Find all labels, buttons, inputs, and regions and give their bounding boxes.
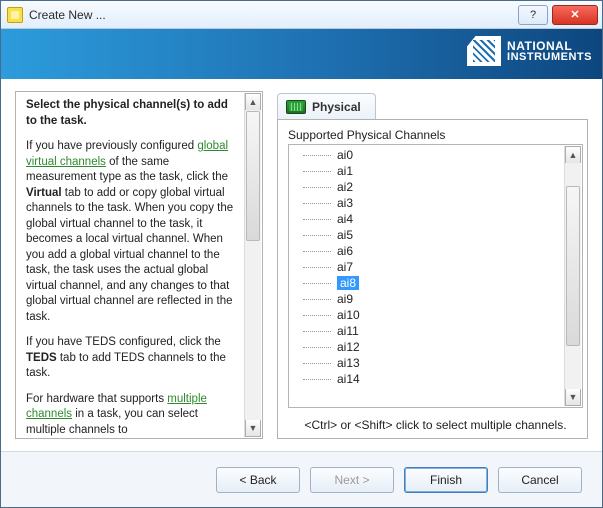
tab-physical[interactable]: Physical (277, 93, 376, 119)
scroll-thumb[interactable] (566, 186, 580, 346)
channel-listbox[interactable]: ai0 ai1 ai2 ai3 ai4 ai5 ai6 ai7 ai8 ai9 ai10 ai11 ai… (288, 144, 583, 408)
channel-row[interactable]: ai1 (291, 163, 563, 179)
virtual-bold: Virtual (26, 187, 62, 199)
list-label: Supported Physical Channels (288, 128, 583, 142)
tab-strip: Physical (277, 91, 588, 119)
help-heading: Select the physical channel(s) to add to… (26, 98, 240, 129)
channel-panel: Physical Supported Physical Channels ai0… (277, 91, 588, 439)
channel-name: ai7 (337, 260, 353, 274)
window-title: Create New ... (29, 8, 514, 22)
brand-banner: NATIONAL INSTRUMENTS (1, 29, 602, 79)
teds-bold: TEDS (26, 352, 57, 364)
channel-name: ai12 (337, 340, 360, 354)
channel-name: ai13 (337, 356, 360, 370)
tab-label: Physical (312, 100, 361, 114)
dialog-body: Select the physical channel(s) to add to… (1, 79, 602, 451)
channel-row[interactable]: ai0 (291, 147, 563, 163)
ni-logo: NATIONAL INSTRUMENTS (467, 36, 592, 66)
scroll-thumb[interactable] (246, 111, 260, 241)
channel-name: ai0 (337, 148, 353, 162)
ni-mark-icon (467, 36, 501, 66)
window-buttons: ? ✕ (514, 5, 598, 25)
scroll-down-icon[interactable]: ▼ (245, 420, 261, 437)
help-panel: Select the physical channel(s) to add to… (15, 91, 263, 439)
scroll-up-icon[interactable]: ▲ (245, 93, 261, 110)
channel-name: ai9 (337, 292, 353, 306)
channel-row[interactable]: ai8 (291, 275, 563, 291)
cancel-button[interactable]: Cancel (498, 467, 582, 493)
brand-line1: NATIONAL (507, 40, 592, 52)
channel-row[interactable]: ai9 (291, 291, 563, 307)
back-button[interactable]: < Back (216, 467, 300, 493)
dialog-window: Create New ... ? ✕ NATIONAL INSTRUMENTS … (0, 0, 603, 508)
scroll-down-icon[interactable]: ▼ (565, 389, 581, 406)
channel-row[interactable]: ai11 (291, 323, 563, 339)
channel-row[interactable]: ai4 (291, 211, 563, 227)
titlebar[interactable]: Create New ... ? ✕ (1, 1, 602, 29)
channel-name: ai10 (337, 308, 360, 322)
channel-row[interactable]: ai6 (291, 243, 563, 259)
daq-device-icon (286, 100, 306, 114)
close-button[interactable]: ✕ (552, 5, 598, 25)
channel-name: ai11 (337, 324, 359, 338)
brand-line2: INSTRUMENTS (507, 52, 592, 63)
finish-button[interactable]: Finish (404, 467, 488, 493)
channel-row[interactable]: ai10 (291, 307, 563, 323)
channel-row[interactable]: ai3 (291, 195, 563, 211)
channel-name: ai3 (337, 196, 353, 210)
channel-row[interactable]: ai13 (291, 355, 563, 371)
channel-name: ai5 (337, 228, 353, 242)
button-strip: < Back Next > Finish Cancel (1, 451, 602, 507)
channel-row[interactable]: ai7 (291, 259, 563, 275)
channel-name: ai4 (337, 212, 353, 226)
channel-row[interactable]: ai2 (291, 179, 563, 195)
list-scrollbar[interactable]: ▲ ▼ (564, 146, 581, 406)
help-button[interactable]: ? (518, 5, 548, 25)
next-button: Next > (310, 467, 394, 493)
channel-row[interactable]: ai5 (291, 227, 563, 243)
channel-name: ai8 (337, 276, 359, 290)
selection-hint: <Ctrl> or <Shift> click to select multip… (288, 418, 583, 432)
channel-name: ai1 (337, 164, 353, 178)
app-icon (7, 7, 23, 23)
channel-row[interactable]: ai12 (291, 339, 563, 355)
help-paragraph-2: If you have TEDS configured, click the T… (26, 335, 240, 382)
help-paragraph-3: For hardware that supports multiple chan… (26, 392, 240, 439)
channel-row[interactable]: ai14 (291, 371, 563, 387)
help-scrollbar[interactable]: ▲ ▼ (244, 93, 261, 437)
channel-name: ai2 (337, 180, 353, 194)
channel-name: ai14 (337, 372, 360, 386)
list-area: Supported Physical Channels ai0 ai1 ai2 ai3… (277, 119, 588, 439)
channel-name: ai6 (337, 244, 353, 258)
help-paragraph-1: If you have previously configured global… (26, 139, 240, 325)
scroll-up-icon[interactable]: ▲ (565, 146, 581, 163)
